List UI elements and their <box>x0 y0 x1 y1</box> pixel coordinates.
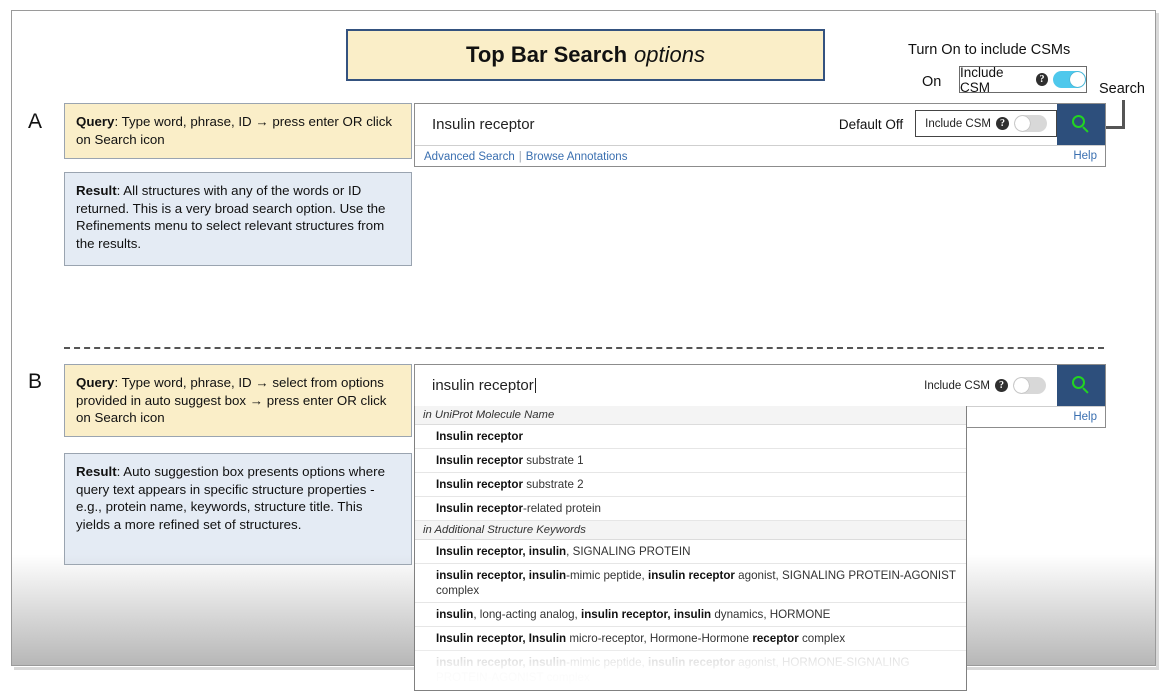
csm-annotation-text: Turn On to include CSMs <box>908 42 1071 58</box>
callout-query-b-prefix: Query <box>76 375 115 390</box>
include-csm-label-b: Include CSM <box>924 379 990 392</box>
autosuggest-match-text: insulin receptor <box>647 569 735 582</box>
include-csm-toggle-b[interactable]: Include CSM ? <box>924 365 1057 406</box>
autosuggest-plain-text: dynamics, HORMONE <box>711 608 831 621</box>
toggle-state-label-on: On <box>922 74 942 90</box>
autosuggest-match-text: insulin <box>436 608 474 621</box>
search-input-b-value: insulin receptor <box>432 377 534 394</box>
callout-result-b: Result: Auto suggestion box presents opt… <box>64 453 412 565</box>
default-off-label: Default Off <box>838 117 904 132</box>
page-title-emphasis: options <box>634 42 705 67</box>
advanced-search-link[interactable]: Advanced Search <box>424 151 515 163</box>
autosuggest-plain-text: complex <box>798 632 846 645</box>
search-icon <box>1071 376 1091 395</box>
callout-result-a-text: : All structures with any of the words o… <box>76 183 386 251</box>
autosuggest-item[interactable]: Insulin receptor <box>415 425 966 449</box>
search-icon <box>1071 115 1091 134</box>
help-link-a[interactable]: Help <box>1073 150 1097 162</box>
autosuggest-item[interactable]: Insulin receptor-related protein <box>415 497 966 521</box>
link-separator: | <box>518 151 522 163</box>
autosuggest-item[interactable]: insulin, long-acting analog, insulin rec… <box>415 603 966 627</box>
frame-shadow-right <box>1156 13 1159 670</box>
row-label-b: B <box>28 370 43 393</box>
search-bar-a: Insulin receptor Default Off Include CSM… <box>415 104 1105 146</box>
autosuggest-match-text: Insulin receptor, insulin <box>436 545 567 558</box>
autosuggest-plain-text: micro-receptor, Hormone-Hormone <box>566 632 753 645</box>
help-link-b[interactable]: Help <box>1073 411 1097 423</box>
autosuggest-group-header: in Additional Structure Keywords <box>415 521 966 540</box>
page-title: Top Bar Search options <box>346 29 825 81</box>
csm-toggle-switch-on[interactable] <box>1053 71 1086 88</box>
autosuggest-match-text: receptor <box>752 632 799 645</box>
csm-toggle-switch-a[interactable] <box>1014 115 1047 132</box>
autosuggest-plain-text: , long-acting analog, <box>473 608 581 621</box>
help-icon-a[interactable]: ? <box>996 117 1009 130</box>
toggle-knob <box>1015 116 1030 131</box>
search-input-a[interactable]: Insulin receptor <box>415 104 839 145</box>
callout-result-b-prefix: Result <box>76 464 117 479</box>
text-cursor <box>534 378 536 393</box>
search-widget-a: Insulin receptor Default Off Include CSM… <box>414 103 1106 167</box>
callout-result-a-prefix: Result <box>76 183 117 198</box>
include-csm-label-a: Include CSM <box>925 117 991 130</box>
autosuggest-item[interactable]: Insulin receptor substrate 2 <box>415 473 966 497</box>
autosuggest-match-text: insulin receptor, insulin <box>436 569 567 582</box>
figure-root: Top Bar Search options Turn On to includ… <box>0 0 1170 700</box>
csm-toggle-switch-b[interactable] <box>1013 377 1046 394</box>
search-button-b[interactable] <box>1057 365 1105 406</box>
autosuggest-plain-text: -mimic peptide, <box>566 656 648 669</box>
search-links-left: Advanced Search | Browse Annotations <box>424 147 627 165</box>
autosuggest-match-text: insulin receptor, insulin <box>581 608 712 621</box>
autosuggest-item[interactable]: insulin receptor, insulin-mimic peptide,… <box>415 651 966 690</box>
autosuggest-item[interactable]: Insulin receptor, insulin, SIGNALING PRO… <box>415 540 966 564</box>
browse-annotations-link[interactable]: Browse Annotations <box>526 151 628 163</box>
autosuggest-plain-text: -mimic peptide, <box>566 569 648 582</box>
search-input-b[interactable]: insulin receptor <box>415 365 924 406</box>
autosuggest-match-text: Insulin receptor, Insulin <box>436 632 567 645</box>
autosuggest-item[interactable]: Insulin receptor, Insulin micro-receptor… <box>415 627 966 651</box>
search-links-a: Advanced Search | Browse Annotations Help <box>415 146 1105 166</box>
callout-query-a-prefix: Query <box>76 114 115 129</box>
autosuggest-dropdown[interactable]: in UniProt Molecule Name Insulin receptor… <box>414 406 967 691</box>
callout-result-b-text: : Auto suggestion box presents options w… <box>76 464 385 532</box>
autosuggest-match-text: Insulin receptor <box>436 478 523 491</box>
include-csm-toggle-a[interactable]: Include CSM ? <box>915 110 1057 137</box>
autosuggest-match-text: Insulin receptor <box>436 430 523 443</box>
search-arrow-stem <box>1122 100 1125 129</box>
page-title-strong: Top Bar Search <box>466 42 628 67</box>
callout-query-b-text: : Type word, phrase, ID → select from op… <box>76 375 387 425</box>
include-csm-label: Include CSM <box>960 64 1004 95</box>
autosuggest-match-text: Insulin receptor <box>436 502 523 515</box>
magnifier-handle <box>1081 126 1089 133</box>
autosuggest-match-text: insulin receptor, insulin <box>436 656 567 669</box>
callout-query-b: Query: Type word, phrase, ID → select fr… <box>64 364 412 437</box>
autosuggest-item[interactable]: insulin receptor, insulin-mimic peptide,… <box>415 564 966 603</box>
include-csm-toggle-on-example[interactable]: Include CSM ? <box>959 64 1087 95</box>
callout-query-a: Query: Type word, phrase, ID → press ent… <box>64 103 412 159</box>
toggle-knob <box>1070 72 1085 87</box>
autosuggest-plain-text: -related protein <box>522 502 601 515</box>
row-label-a: A <box>28 110 43 133</box>
search-button-a[interactable] <box>1057 104 1105 145</box>
autosuggest-plain-text: substrate 1 <box>522 454 584 467</box>
magnifier-handle <box>1081 387 1089 394</box>
autosuggest-match-text: insulin receptor <box>647 656 735 669</box>
search-arrow-elbow <box>1104 126 1123 129</box>
toggle-knob <box>1014 378 1029 393</box>
autosuggest-plain-text: substrate 2 <box>522 478 584 491</box>
help-icon-b[interactable]: ? <box>995 379 1008 392</box>
help-icon[interactable]: ? <box>1036 73 1048 86</box>
autosuggest-item[interactable]: Insulin receptor substrate 1 <box>415 449 966 473</box>
autosuggest-plain-text: , SIGNALING PROTEIN <box>566 545 691 558</box>
search-annotation-label: Search <box>1099 81 1145 97</box>
callout-query-a-text: : Type word, phrase, ID → press enter OR… <box>76 114 393 147</box>
autosuggest-match-text: Insulin receptor <box>436 454 523 467</box>
autosuggest-group-header: in UniProt Molecule Name <box>415 406 966 425</box>
section-divider <box>64 347 1104 349</box>
callout-result-a: Result: All structures with any of the w… <box>64 172 412 266</box>
search-bar-b: insulin receptor Include CSM ? <box>415 365 1105 407</box>
